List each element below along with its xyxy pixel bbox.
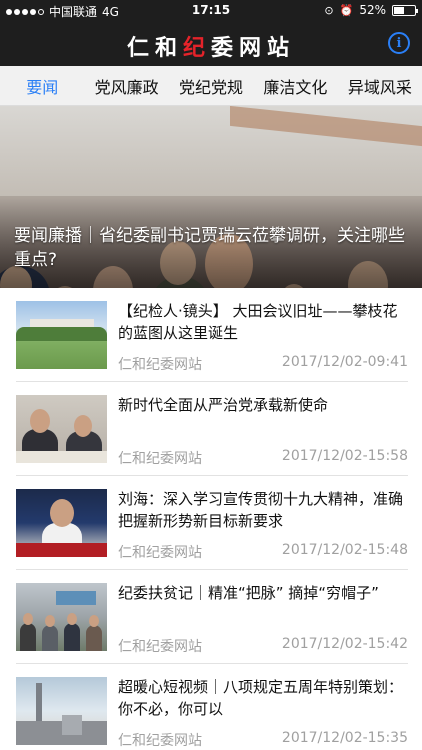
top-bar: 中国联通 4G 17:15 ⊙ ⏰ 52% 仁和纪委网站 i <box>0 0 422 66</box>
news-date: 2017/12/02-09:41 <box>281 354 408 370</box>
news-item[interactable]: 纪委扶贫记｜精准“把脉” 摘掉“穷帽子” 仁和纪委网站 2017/12/02-1… <box>0 570 422 664</box>
tab-4[interactable]: 异域风采 <box>338 74 422 98</box>
tab-2[interactable]: 党纪党规 <box>169 74 253 98</box>
news-date: 2017/12/02-15:35 <box>281 730 408 746</box>
news-source: 仁和纪委网站 <box>118 357 202 373</box>
battery-percent: 52% <box>359 3 386 17</box>
category-tabs: 要闻 党风廉政 党纪党规 廉洁文化 异域风采 <box>0 66 422 106</box>
tab-0[interactable]: 要闻 <box>0 74 84 98</box>
news-thumbnail <box>16 583 107 651</box>
news-item[interactable]: 【纪检人·镜头】 大田会议旧址——攀枝花的蓝图从这里诞生 仁和纪委网站 2017… <box>0 288 422 382</box>
news-headline[interactable]: 超暖心短视频｜八项规定五周年特别策划：你不必，你可以 <box>118 676 408 720</box>
nav-bar: 仁和纪委网站 i <box>0 22 422 66</box>
hero-banner[interactable]: 要闻廉播｜省纪委副书记贾瑞云莅攀调研，关注哪些重点? <box>0 106 422 288</box>
news-thumbnail <box>16 677 107 745</box>
news-headline[interactable]: 新时代全面从严治党承载新使命 <box>118 394 408 416</box>
info-icon[interactable]: i <box>388 32 410 54</box>
news-thumbnail <box>16 489 107 557</box>
tab-1[interactable]: 党风廉政 <box>84 74 168 98</box>
news-headline[interactable]: 【纪检人·镜头】 大田会议旧址——攀枝花的蓝图从这里诞生 <box>118 300 408 344</box>
orientation-lock-icon: ⊙ <box>324 3 334 17</box>
news-source: 仁和纪委网站 <box>118 545 202 561</box>
news-source: 仁和纪委网站 <box>118 639 202 655</box>
news-source: 仁和纪委网站 <box>118 451 202 467</box>
news-date: 2017/12/02-15:48 <box>281 542 408 558</box>
news-headline[interactable]: 刘海：深入学习宣传贯彻十九大精神，准确把握新形势新目标新要求 <box>118 488 408 532</box>
title-part-1: 仁和 <box>126 35 183 61</box>
title-part-accent: 纪 <box>182 35 211 61</box>
title-part-2: 委网站 <box>211 35 296 61</box>
app-title: 仁和纪委网站 <box>0 30 422 62</box>
news-item[interactable]: 超暖心短视频｜八项规定五周年特别策划：你不必，你可以 仁和纪委网站 2017/1… <box>0 664 422 750</box>
news-date: 2017/12/02-15:58 <box>281 448 408 464</box>
news-date: 2017/12/02-15:42 <box>281 636 408 652</box>
battery-icon <box>392 4 418 16</box>
alarm-clock-icon: ⏰ <box>339 3 354 17</box>
news-thumbnail <box>16 395 107 463</box>
status-bar: 中国联通 4G 17:15 ⊙ ⏰ 52% <box>0 0 422 22</box>
news-item[interactable]: 新时代全面从严治党承载新使命 仁和纪委网站 2017/12/02-15:58 <box>0 382 422 476</box>
news-source: 仁和纪委网站 <box>118 733 202 749</box>
tab-3[interactable]: 廉洁文化 <box>253 74 337 98</box>
news-headline[interactable]: 纪委扶贫记｜精准“把脉” 摘掉“穷帽子” <box>118 582 408 604</box>
news-item[interactable]: 刘海：深入学习宣传贯彻十九大精神，准确把握新形势新目标新要求 仁和纪委网站 20… <box>0 476 422 570</box>
news-thumbnail <box>16 301 107 369</box>
hero-caption[interactable]: 要闻廉播｜省纪委副书记贾瑞云莅攀调研，关注哪些重点? <box>14 224 408 272</box>
status-right: ⊙ ⏰ 52% <box>324 3 418 17</box>
